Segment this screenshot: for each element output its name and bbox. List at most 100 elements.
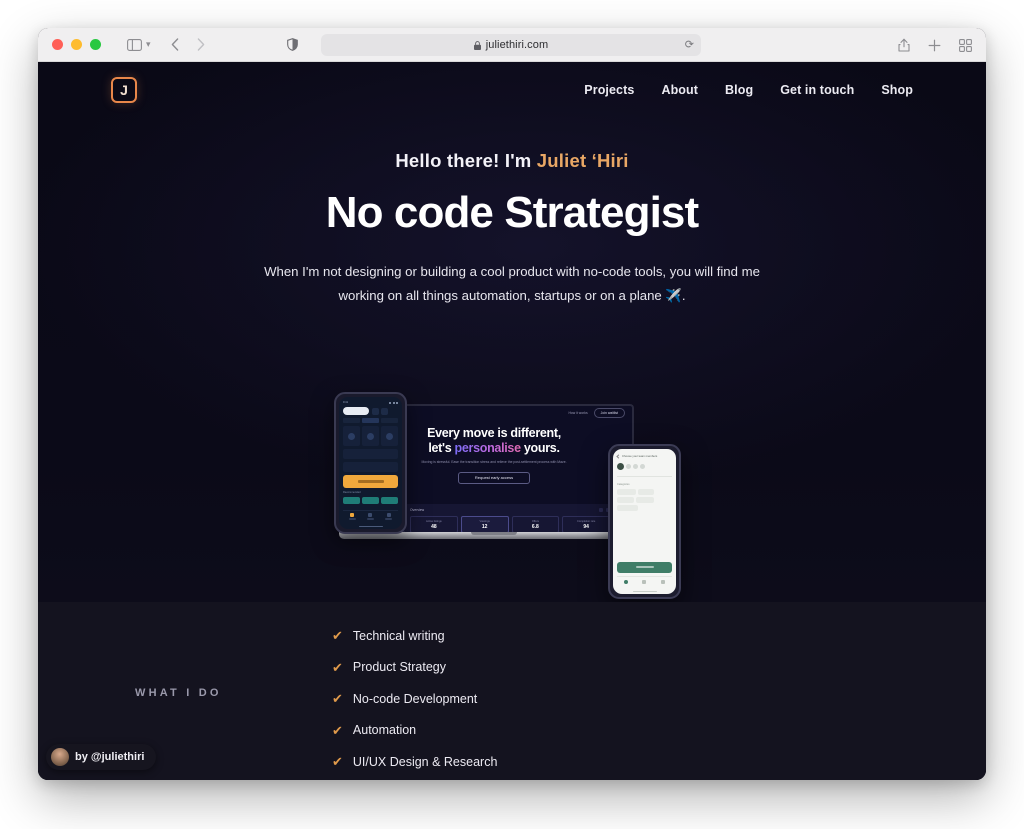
phone-dark-chips xyxy=(343,497,398,504)
check-icon: ✔ xyxy=(332,754,343,770)
laptop-panel-main: Overview Active listings 48 Viewings 12 … xyxy=(408,504,614,532)
webpage-content: J Projects About Blog Get in touch Shop … xyxy=(38,62,986,780)
laptop-stat-label: Offers xyxy=(531,519,539,523)
phone-dark-header xyxy=(343,407,398,415)
phone-light-header: Choose your team members xyxy=(616,453,672,459)
privacy-shield-icon[interactable] xyxy=(286,38,298,51)
nav-item-shop[interactable]: Shop xyxy=(881,83,913,97)
phone-light-divider xyxy=(617,476,672,477)
new-tab-button[interactable] xyxy=(928,39,941,52)
service-label: Automation xyxy=(352,723,417,738)
phone-dark-chip xyxy=(381,497,398,504)
chevron-down-icon[interactable]: ▾ xyxy=(146,39,151,50)
signal-icon xyxy=(389,401,391,404)
tab-overview-icon[interactable] xyxy=(959,38,972,52)
lock-icon xyxy=(473,40,481,50)
what-i-do-label: WHAT I DO xyxy=(135,687,222,699)
service-label: Technical writing xyxy=(352,628,445,643)
url-text[interactable]: juliethiri.com xyxy=(486,39,549,51)
laptop-stat-value: 94 xyxy=(583,523,589,530)
phone-light-chip xyxy=(617,489,636,495)
phone-light-home-indicator xyxy=(632,590,657,592)
phone-dark-card-icon xyxy=(348,432,355,440)
phone-dark-tabbar-item xyxy=(343,513,361,520)
nav-item-get-in-touch[interactable]: Get in touch xyxy=(780,83,854,97)
phone-light-avatar xyxy=(626,464,631,469)
service-item-product-strategy: ✔ Product Strategy xyxy=(332,652,497,684)
phone-light-chips xyxy=(617,489,672,511)
subtitle-line-1: When I'm not designing or building a coo… xyxy=(264,264,714,279)
check-icon: ✔ xyxy=(332,628,343,644)
phone-light-chip xyxy=(617,505,638,511)
maximize-window-button[interactable] xyxy=(90,39,101,50)
phone-dark-row xyxy=(343,449,398,459)
phone-dark-action-icon xyxy=(372,407,379,415)
back-button[interactable] xyxy=(171,38,179,51)
laptop-panel-title: Overview xyxy=(410,508,425,512)
avatar xyxy=(51,748,69,766)
hero-headline: No code Strategist xyxy=(325,188,699,237)
nav-item-projects[interactable]: Projects xyxy=(584,83,634,97)
phone-dark-card xyxy=(362,426,379,446)
phone-light-back-icon xyxy=(616,453,621,459)
laptop-stat-value: 48 xyxy=(431,523,437,530)
phone-dark-card xyxy=(381,426,398,446)
laptop-panel-header: Overview xyxy=(410,508,610,512)
laptop-stat-card: Completion rate 94 xyxy=(562,516,610,532)
phone-light-avatar xyxy=(640,464,645,469)
nav-item-blog[interactable]: Blog xyxy=(725,83,753,97)
phone-dark-row xyxy=(343,462,398,472)
laptop-cta-button: Request early access xyxy=(458,471,530,484)
phone-light-cta-button xyxy=(617,561,672,573)
phone-dark-tab xyxy=(362,418,379,423)
close-window-button[interactable] xyxy=(52,39,63,50)
battery-icon xyxy=(396,401,398,404)
greeting-prefix: Hello there! I'm xyxy=(395,150,537,171)
service-item-uiux-design-research: ✔ UI/UX Design & Research xyxy=(332,746,497,778)
phone-dark-chip xyxy=(362,497,379,504)
what-i-do-section: WHAT I DO ✔ Technical writing ✔ Product … xyxy=(38,602,986,780)
hero-section: J Projects About Blog Get in touch Shop … xyxy=(38,62,986,602)
wifi-icon xyxy=(392,401,395,404)
reload-icon[interactable]: ⟳ xyxy=(685,38,694,51)
phone-mockup-dark: 9:41 Recommended xyxy=(334,392,407,534)
phone-dark-action-icon xyxy=(381,407,388,415)
minimize-window-button[interactable] xyxy=(71,39,82,50)
share-icon[interactable] xyxy=(898,38,910,52)
device-mockup: Maze How it works Join waitlist Every mo… xyxy=(334,392,684,602)
laptop-notch xyxy=(471,532,517,535)
site-logo[interactable]: J xyxy=(111,77,137,103)
laptop-headline-accent: personalise xyxy=(454,440,521,455)
phone-dark-search-pill xyxy=(343,407,369,415)
phone-dark-header-actions xyxy=(372,407,388,415)
phone-light-tabbar-item xyxy=(635,580,653,584)
phone-dark-tab xyxy=(343,418,360,423)
check-icon: ✔ xyxy=(332,722,343,738)
service-item-technical-writing: ✔ Technical writing xyxy=(332,620,497,652)
phone-dark-statusbar: 9:41 xyxy=(343,401,398,404)
phone-light-avatar xyxy=(633,464,638,469)
service-item-automation: ✔ Automation xyxy=(332,715,497,747)
phone-dark-card-grid xyxy=(343,426,398,446)
toolbar-actions xyxy=(898,28,972,62)
check-icon: ✔ xyxy=(332,691,343,707)
window-controls[interactable] xyxy=(52,39,101,50)
phone-dark-card-icon xyxy=(367,432,374,440)
site-header: J Projects About Blog Get in touch Shop xyxy=(38,62,986,118)
phone-mockup-light: Choose your team members Categories xyxy=(608,444,681,599)
laptop-panel-icon xyxy=(599,508,603,512)
nav-item-about[interactable]: About xyxy=(661,83,698,97)
laptop-stat-label: Completion rate xyxy=(576,519,596,523)
byline-badge[interactable]: by @juliethiri xyxy=(46,744,157,770)
phone-dark-tabbar xyxy=(343,509,398,523)
main-navigation: Projects About Blog Get in touch Shop xyxy=(584,83,913,97)
address-bar[interactable]: juliethiri.com ⟳ xyxy=(321,34,701,56)
forward-button[interactable] xyxy=(197,38,205,51)
services-list: ✔ Technical writing ✔ Product Strategy ✔… xyxy=(332,620,497,778)
service-label: UI/UX Design & Research xyxy=(352,754,498,769)
laptop-stat-card: Active listings 48 xyxy=(410,516,458,532)
phone-light-chip xyxy=(617,497,634,503)
laptop-nav-link: How it works xyxy=(568,411,588,415)
laptop-nav: How it works Join waitlist xyxy=(568,408,625,418)
sidebar-icon[interactable] xyxy=(127,38,142,51)
